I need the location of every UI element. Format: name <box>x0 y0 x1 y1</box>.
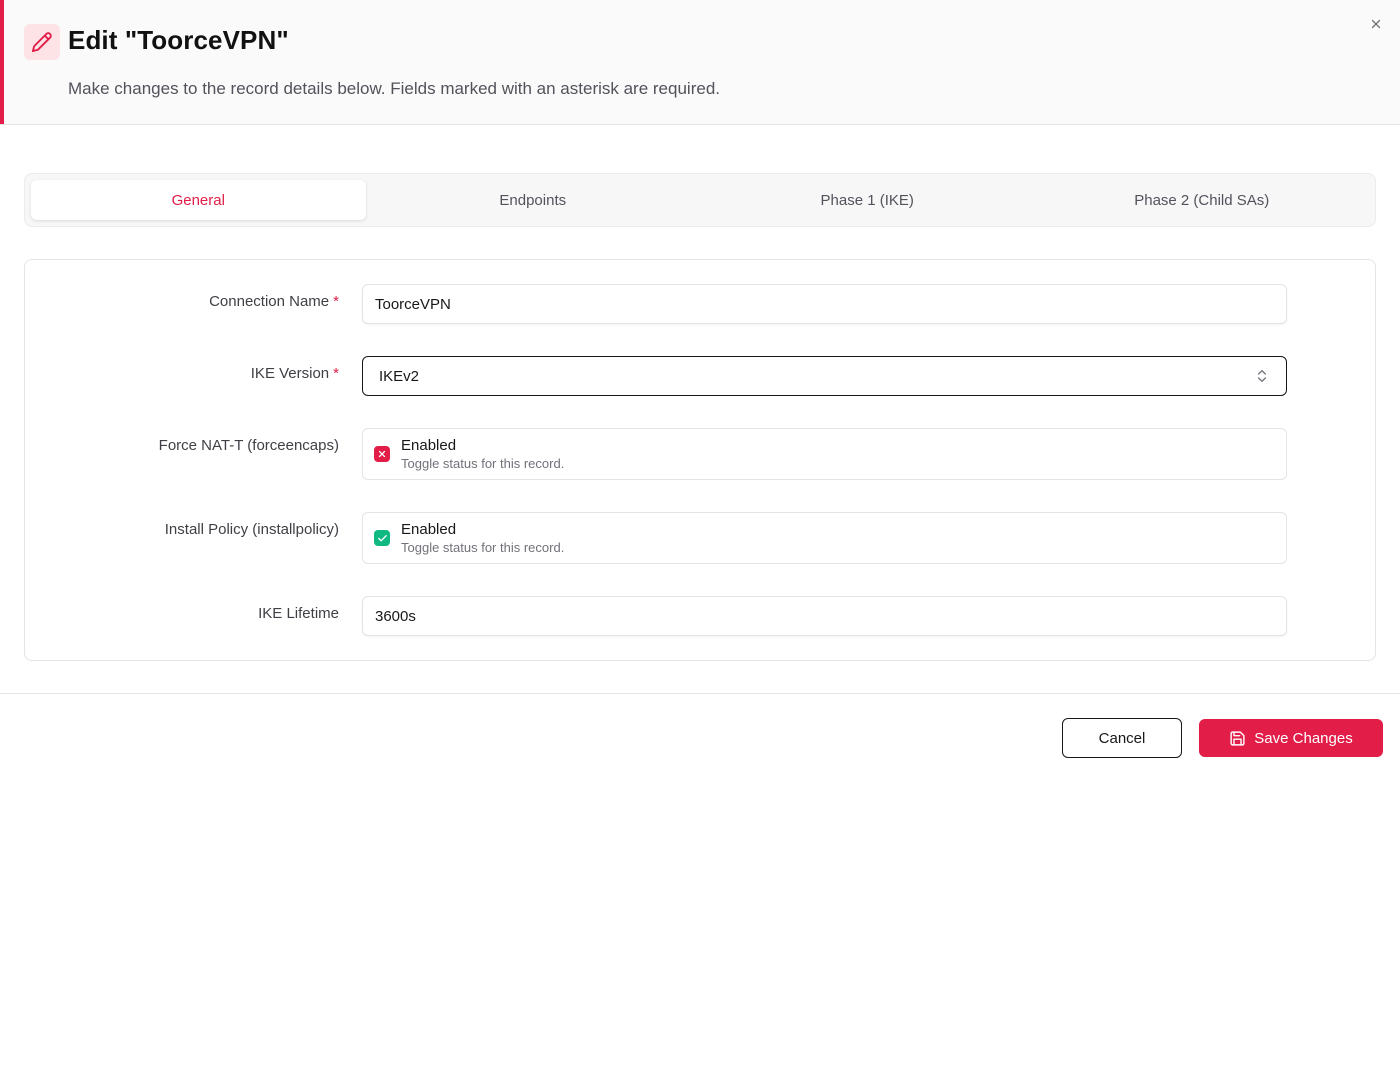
install-policy-toggle[interactable]: Enabled Toggle status for this record. <box>362 512 1287 564</box>
tab-general[interactable]: General <box>31 180 366 220</box>
required-asterisk: * <box>333 293 339 310</box>
ike-lifetime-input[interactable] <box>362 596 1287 636</box>
install-policy-hint: Toggle status for this record. <box>401 540 565 555</box>
save-changes-button[interactable]: Save Changes <box>1199 719 1383 757</box>
check-icon <box>377 534 387 541</box>
chevron-up-down-icon <box>1258 370 1266 382</box>
dialog-title: Edit "ToorceVPN" <box>68 25 289 55</box>
tab-phase-2-child-sas[interactable]: Phase 2 (Child SAs) <box>1035 180 1370 220</box>
install-policy-status: Enabled <box>401 521 457 538</box>
connection-name-input[interactable] <box>362 284 1287 324</box>
tab-endpoints[interactable]: Endpoints <box>366 180 701 220</box>
edit-icon-badge <box>24 24 60 60</box>
ike-lifetime-label: IKE Lifetime <box>258 605 339 622</box>
install-policy-label: Install Policy (installpolicy) <box>164 521 339 538</box>
pencil-icon <box>31 32 52 53</box>
tab-list: General Endpoints Phase 1 (IKE) Phase 2 … <box>24 173 1376 227</box>
general-form: Connection Name* IKE Version* IKEv2 Forc… <box>24 259 1376 661</box>
dialog-header: Edit "ToorceVPN" Make changes to the rec… <box>0 0 1400 125</box>
force-nat-t-label: Force NAT-T (forceencaps) <box>158 437 339 454</box>
force-nat-t-checkbox[interactable] <box>374 446 390 462</box>
tab-phase-1-ike[interactable]: Phase 1 (IKE) <box>700 180 1035 220</box>
ike-version-label: IKE Version * <box>250 365 339 382</box>
header-accent-bar <box>0 0 4 124</box>
ike-version-value: IKEv2 <box>379 367 420 385</box>
cancel-button[interactable]: Cancel <box>1062 718 1182 758</box>
install-policy-checkbox[interactable] <box>374 530 390 546</box>
close-button[interactable] <box>1366 14 1386 34</box>
close-icon <box>1371 19 1381 29</box>
force-nat-t-toggle[interactable]: Enabled Toggle status for this record. <box>362 428 1287 480</box>
dialog-subtitle: Make changes to the record details below… <box>68 79 720 98</box>
force-nat-t-status: Enabled <box>401 437 457 454</box>
connection-name-label: Connection Name * <box>209 293 339 310</box>
footer-divider <box>0 693 1400 694</box>
save-icon <box>1230 730 1245 746</box>
save-changes-label: Save Changes <box>1254 729 1353 747</box>
force-nat-t-hint: Toggle status for this record. <box>401 456 565 471</box>
required-asterisk: * <box>333 365 339 382</box>
x-icon <box>378 450 386 458</box>
ike-version-select[interactable]: IKEv2 <box>362 356 1287 396</box>
